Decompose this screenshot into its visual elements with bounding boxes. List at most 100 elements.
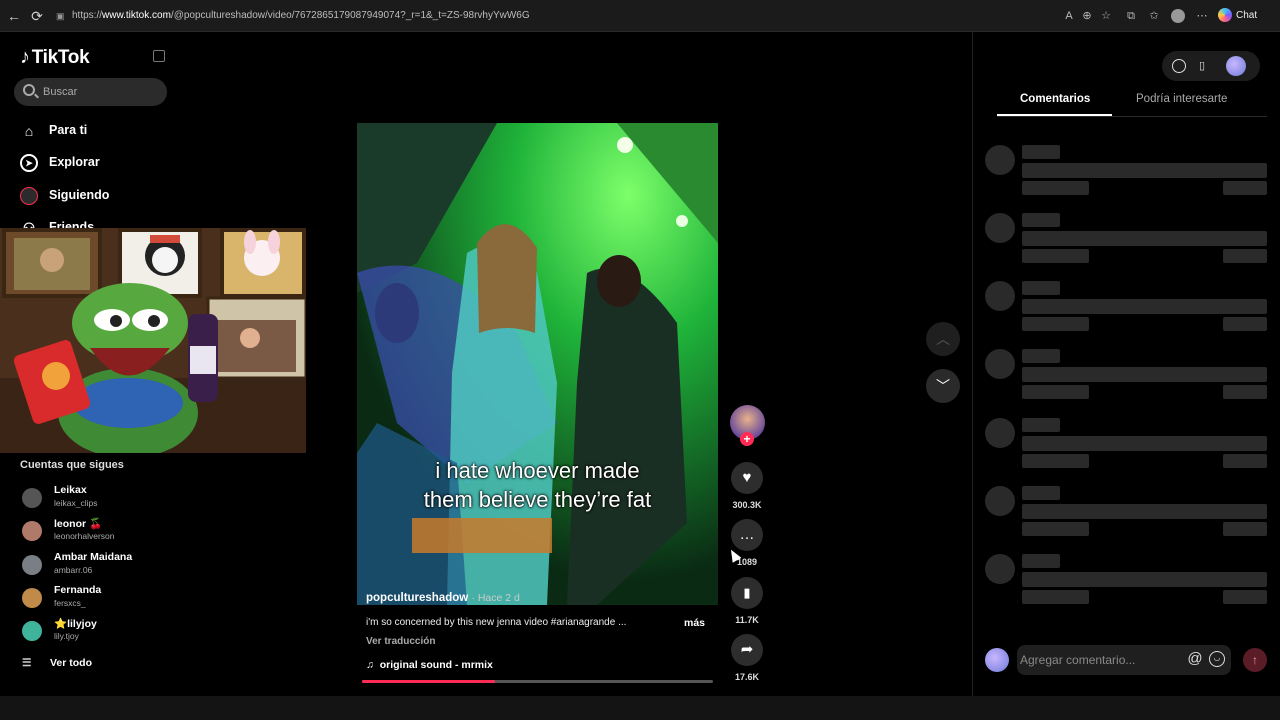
site-info-icon[interactable]: ▣	[56, 6, 65, 26]
overlay-illustration	[0, 228, 306, 453]
profile-avatar[interactable]	[1226, 56, 1246, 76]
emoji-icon[interactable]: ◡	[1209, 651, 1225, 667]
skeleton-bar	[1022, 572, 1267, 587]
reload-icon[interactable]: ⟳	[29, 8, 45, 24]
comment-icon: …	[739, 526, 755, 543]
skeleton-avatar	[985, 145, 1015, 175]
nav-siguiendo[interactable]: Siguiendo	[20, 183, 109, 207]
account-handle: fersxcs_	[54, 598, 86, 608]
comment-input-box[interactable]: @ ◡	[1017, 645, 1231, 675]
follow-plus-icon[interactable]: +	[740, 432, 754, 446]
video-frame	[357, 123, 718, 605]
skeleton-bar	[1022, 281, 1060, 295]
brand-name: TikTok	[31, 47, 90, 68]
skeleton-avatar	[985, 349, 1015, 379]
search-box[interactable]	[14, 78, 167, 106]
skeleton-bar	[1022, 163, 1267, 178]
tiktok-note-icon: ♪	[20, 46, 30, 68]
progress-fill	[362, 680, 496, 683]
account-name: ⭐lilyjoy	[54, 618, 97, 630]
comment-skeleton-row	[985, 349, 1267, 409]
avatar	[22, 521, 42, 541]
send-arrow-icon[interactable]: ↑	[1243, 648, 1267, 672]
account-handle: leikax_clips	[54, 498, 98, 508]
see-all-label: Ver todo	[50, 657, 93, 669]
zoom-icon[interactable]: ⊕	[1080, 9, 1094, 23]
chevron-down-icon: ﹀	[936, 378, 950, 394]
profile-avatar[interactable]	[1171, 9, 1185, 23]
tabs-divider	[997, 116, 1267, 117]
previous-video-button[interactable]: ︿	[926, 322, 960, 356]
favorites-icon[interactable]: ✩	[1147, 9, 1161, 23]
skeleton-bar	[1022, 181, 1089, 195]
account-name: Ambar Maidana	[54, 551, 133, 563]
account-handle: lily.tjoy	[54, 631, 79, 641]
see-all-link[interactable]: ☰ Ver todo	[22, 657, 92, 669]
share-icon: ➦	[740, 641, 754, 658]
comment-input[interactable]	[1020, 645, 1180, 675]
device-icon[interactable]: ▯	[1195, 59, 1209, 73]
skeleton-bar	[1022, 486, 1060, 500]
account-handle: ambarr.06	[54, 565, 93, 575]
top-actions: ▯	[1162, 51, 1260, 81]
nav-para-ti[interactable]: ⌂ Para ti	[20, 118, 87, 142]
search-input[interactable]	[43, 78, 163, 106]
more-menu-icon[interactable]: ⋯	[1195, 9, 1209, 23]
translate-link[interactable]: Ver traducción	[366, 636, 435, 647]
comment-composer: @ ◡ ↑	[985, 645, 1267, 675]
avatar	[22, 621, 42, 641]
copilot-chat-button[interactable]: Chat	[1218, 7, 1257, 25]
share-button[interactable]: ➦	[731, 634, 763, 666]
skeleton-avatar	[985, 486, 1015, 516]
comment-button[interactable]: …	[731, 519, 763, 551]
comment-skeleton-row	[985, 213, 1267, 273]
video-author[interactable]: popcultureshadow · Hace 2 d	[366, 592, 520, 604]
tab-comments[interactable]: Comentarios	[1020, 93, 1090, 105]
nav-label: Siguiendo	[49, 188, 110, 202]
skeleton-avatar	[985, 281, 1015, 311]
nav-label: Explorar	[49, 155, 100, 169]
skeleton-bar	[1022, 145, 1060, 159]
heart-icon: ♥	[742, 469, 752, 486]
extensions-icon[interactable]: ⧉	[1124, 9, 1138, 23]
share-count: 17.6K	[734, 672, 760, 682]
save-count: 11.7K	[735, 615, 759, 625]
skeleton-bar	[1022, 367, 1267, 382]
home-icon: ⌂	[24, 122, 34, 139]
collapse-sidebar-icon[interactable]	[153, 50, 165, 62]
save-button[interactable]: ▮	[731, 577, 763, 609]
active-tab-indicator	[997, 114, 1112, 116]
back-icon[interactable]: ←	[6, 8, 22, 24]
like-button[interactable]: ♥	[731, 462, 763, 494]
skeleton-bar	[1223, 522, 1267, 536]
avatar	[22, 488, 42, 508]
video-progress-bar[interactable]	[362, 680, 713, 683]
translate-icon[interactable]: A	[1062, 9, 1076, 23]
skeleton-avatar	[985, 418, 1015, 448]
video-player[interactable]	[357, 123, 718, 605]
skeleton-bar	[1022, 299, 1267, 314]
compass-icon: ➤	[20, 153, 38, 172]
tiktok-logo[interactable]: ♪ TikTok	[20, 46, 90, 69]
video-description: i'm so concerned by this new jenna video…	[366, 617, 627, 628]
like-count: 300.3K	[732, 500, 762, 510]
address-bar[interactable]: ▣ https://www.tiktok.com/@popcultureshad…	[52, 6, 1052, 26]
caption-line: i hate whoever made	[435, 458, 640, 483]
following-icon	[20, 186, 38, 205]
favorite-star-icon[interactable]: ☆	[1099, 9, 1113, 23]
sound-link[interactable]: ♫ original sound - mrmix	[366, 659, 493, 671]
nav-explorar[interactable]: ➤ Explorar	[20, 150, 100, 174]
author-name[interactable]: popcultureshadow	[366, 592, 468, 604]
caption-line: them believe they’re fat	[423, 487, 652, 512]
mention-icon[interactable]: @	[1187, 651, 1203, 667]
next-video-button[interactable]: ﹀	[926, 369, 960, 403]
tab-suggested[interactable]: Podría interesarte	[1136, 93, 1227, 105]
search-icon	[23, 84, 35, 96]
skeleton-bar	[1022, 554, 1060, 568]
explore-compass-icon[interactable]	[1172, 59, 1186, 73]
skeleton-bar	[1022, 317, 1089, 331]
url-path: /@popcultureshadow/video/767286517908794…	[170, 10, 530, 21]
nav-friends[interactable]: ⚇ Friends	[20, 215, 94, 228]
more-link[interactable]: más	[684, 617, 705, 629]
skeleton-bar	[1022, 436, 1267, 451]
